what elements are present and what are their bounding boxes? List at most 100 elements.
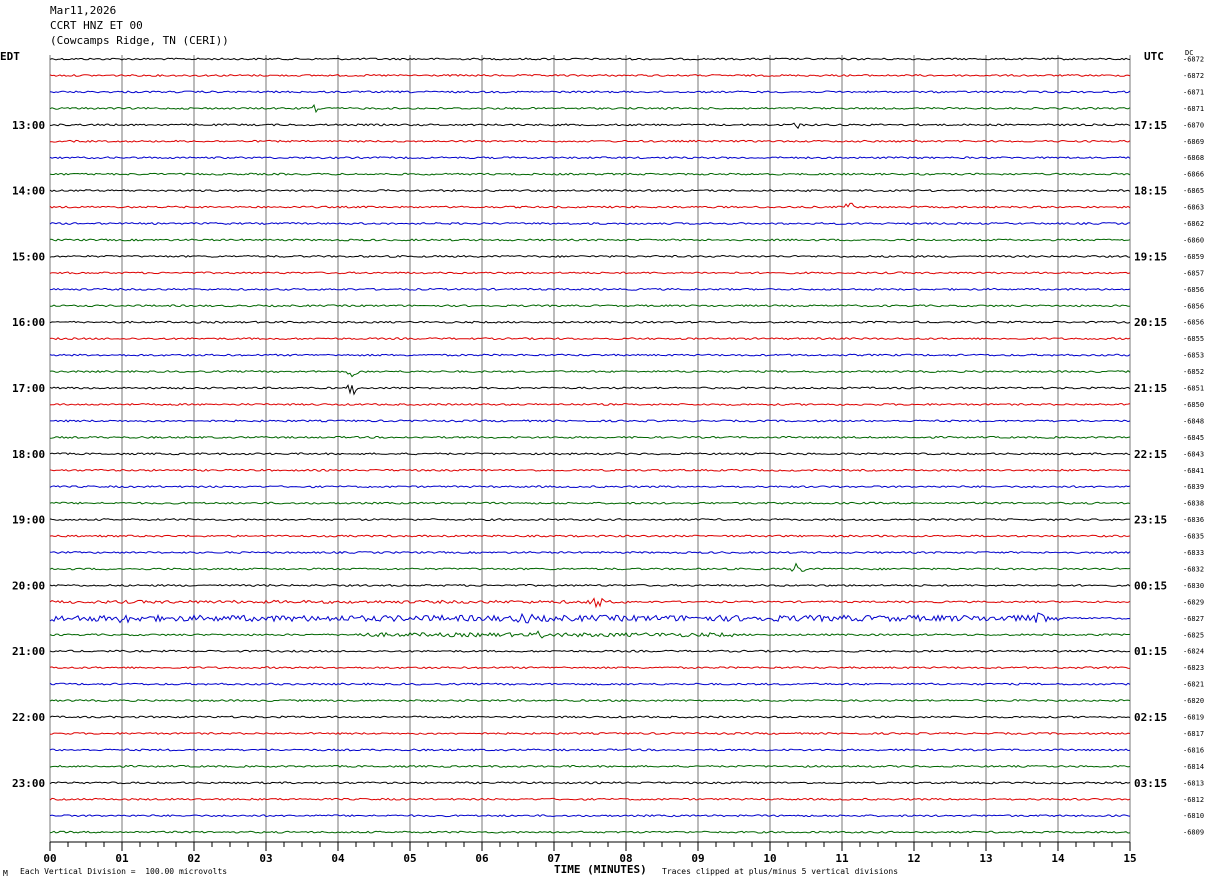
dc-offset-label: -6814 xyxy=(1183,763,1204,771)
seismic-trace xyxy=(49,139,1131,143)
seismic-trace xyxy=(49,271,1131,275)
dc-offset-label: -6856 xyxy=(1183,286,1204,294)
seismic-trace xyxy=(49,715,1131,719)
dc-offset-label: -6857 xyxy=(1183,269,1204,277)
seismic-trace xyxy=(49,583,1131,587)
x-tick-label: 10 xyxy=(763,852,776,865)
seismic-trace xyxy=(49,630,1131,639)
dc-offset-label: -6872 xyxy=(1183,56,1204,64)
seismic-trace xyxy=(49,172,1131,176)
seismic-trace xyxy=(49,254,1131,258)
dc-offset-label: -6871 xyxy=(1183,105,1204,113)
utc-hour-label: 20:15 xyxy=(1134,316,1167,329)
seismic-trace xyxy=(49,189,1131,193)
edt-hour-label: 22:00 xyxy=(12,711,45,724)
seismic-trace xyxy=(49,501,1131,505)
axis-labels: 00 01 02 03 04 05 06 07 08 09 10 11 12 13 14 15-6872-68… xyxy=(12,56,1204,866)
dc-offset-label: -6817 xyxy=(1183,730,1204,738)
seismic-trace xyxy=(49,748,1131,752)
seismic-trace xyxy=(49,384,1131,396)
x-tick-label: 15 xyxy=(1123,852,1136,865)
dc-offset-label: -6841 xyxy=(1183,467,1204,475)
dc-offset-label: -6859 xyxy=(1183,253,1204,261)
dc-offset-label: -6869 xyxy=(1183,138,1204,146)
seismic-trace xyxy=(49,468,1131,472)
dc-offset-label: -6836 xyxy=(1183,516,1204,524)
x-tick-label: 11 xyxy=(835,852,849,865)
dc-offset-label: -6852 xyxy=(1183,368,1204,376)
x-tick-label: 02 xyxy=(187,852,200,865)
dc-offset-label: -6821 xyxy=(1183,681,1204,689)
seismic-trace xyxy=(49,353,1131,357)
utc-hour-label: 02:15 xyxy=(1134,711,1167,724)
seismic-trace xyxy=(49,666,1131,670)
seismic-trace xyxy=(49,597,1131,609)
scale-note: Each Vertical Division = 100.00 microvol… xyxy=(20,867,228,876)
seismic-trace xyxy=(49,731,1131,735)
seismic-trace xyxy=(49,649,1131,653)
dc-offset-label: -6830 xyxy=(1183,582,1204,590)
seismic-traces xyxy=(49,57,1131,834)
seismic-trace xyxy=(49,104,1131,114)
edt-hour-label: 21:00 xyxy=(12,645,45,658)
dc-offset-label: -6832 xyxy=(1183,565,1204,573)
seismic-trace xyxy=(49,830,1131,834)
seismic-trace xyxy=(49,797,1131,801)
dc-offset-label: -6850 xyxy=(1183,401,1204,409)
seismic-trace xyxy=(49,304,1131,308)
seismic-trace xyxy=(49,238,1131,242)
dc-offset-label: -6843 xyxy=(1183,450,1204,458)
utc-hour-label: 22:15 xyxy=(1134,448,1167,461)
seismic-trace xyxy=(49,562,1131,572)
seismic-trace xyxy=(49,402,1131,406)
seismic-trace xyxy=(49,370,1131,378)
dc-offset-label: -6810 xyxy=(1183,812,1204,820)
dc-offset-label: -6868 xyxy=(1183,154,1204,162)
utc-hour-label: 18:15 xyxy=(1134,185,1167,198)
dc-offset-label: -6851 xyxy=(1183,385,1204,393)
dc-offset-label: -6856 xyxy=(1183,319,1204,327)
seismic-trace xyxy=(49,202,1131,209)
seismic-trace xyxy=(49,452,1131,456)
edt-hour-label: 16:00 xyxy=(12,316,45,329)
dc-offset-label: -6838 xyxy=(1183,500,1204,508)
dc-offset-label: -6865 xyxy=(1183,187,1204,195)
edt-hour-label: 15:00 xyxy=(12,250,45,263)
dc-offset-label: -6813 xyxy=(1183,779,1204,787)
dc-offset-label: -6862 xyxy=(1183,220,1204,228)
dc-offset-label: -6835 xyxy=(1183,533,1204,541)
edt-hour-label: 19:00 xyxy=(12,514,45,527)
seismic-trace xyxy=(49,764,1131,768)
x-axis-title: TIME (MINUTES) xyxy=(554,863,647,876)
dc-offset-label: -6870 xyxy=(1183,121,1204,129)
seismic-trace xyxy=(49,90,1131,94)
seismic-trace xyxy=(49,287,1131,291)
dc-offset-label: -6816 xyxy=(1183,746,1204,754)
x-tick-label: 13 xyxy=(979,852,992,865)
dc-offset-label: -6866 xyxy=(1183,171,1204,179)
x-tick-label: 12 xyxy=(907,852,920,865)
seismic-trace xyxy=(49,337,1131,341)
x-tick-label: 03 xyxy=(259,852,272,865)
helicorder-plot: 00 01 02 03 04 05 06 07 08 09 10 11 12 13 14 15-6872-68… xyxy=(12,55,1204,866)
seismic-trace xyxy=(49,534,1131,538)
dc-offset-label: -6827 xyxy=(1183,615,1204,623)
dc-offset-label: -6839 xyxy=(1183,483,1204,491)
seismic-trace xyxy=(49,73,1131,77)
utc-hour-label: 17:15 xyxy=(1134,119,1167,132)
seismic-trace xyxy=(49,57,1131,61)
dc-offset-label: -6824 xyxy=(1183,648,1204,656)
dc-offset-label: -6812 xyxy=(1183,796,1204,804)
utc-hour-label: 03:15 xyxy=(1134,777,1167,790)
edt-hour-label: 23:00 xyxy=(12,777,45,790)
edt-hour-label: 13:00 xyxy=(12,119,45,132)
utc-hour-label: 19:15 xyxy=(1134,250,1167,263)
dc-offset-label: -6853 xyxy=(1183,352,1204,360)
seismic-trace xyxy=(49,814,1131,818)
seismic-trace xyxy=(49,122,1131,130)
dc-offset-label: -6823 xyxy=(1183,664,1204,672)
seismic-trace xyxy=(49,612,1131,624)
dc-offset-label: -6860 xyxy=(1183,236,1204,244)
dc-offset-label: -6829 xyxy=(1183,598,1204,606)
edt-hour-label: 18:00 xyxy=(12,448,45,461)
